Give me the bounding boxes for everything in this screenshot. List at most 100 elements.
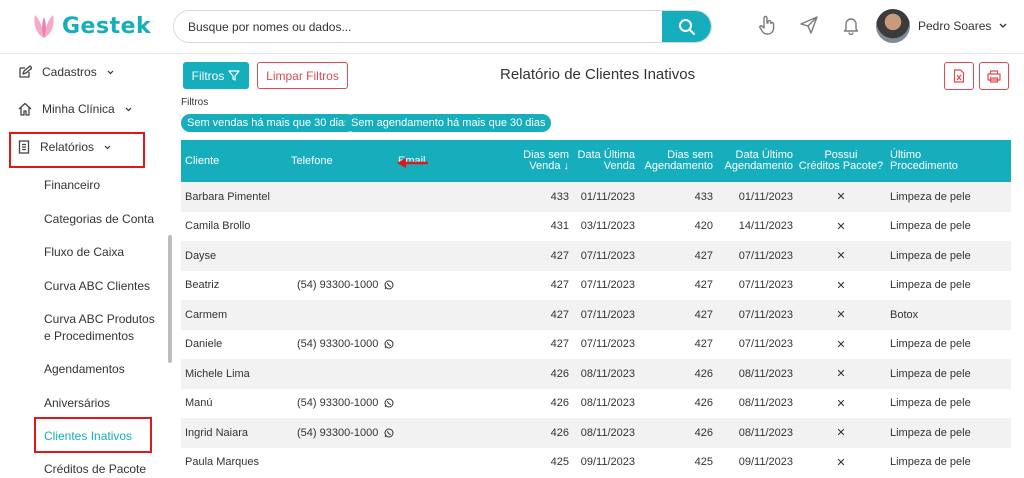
table-row[interactable]: Dayse 427 07/11/2023 427 07/11/2023 ✕ Limpeza … bbox=[181, 241, 1011, 271]
header-line: Agendamento bbox=[644, 160, 714, 172]
edit-icon bbox=[19, 65, 32, 78]
logo[interactable]: Gestek bbox=[32, 12, 151, 40]
sidebar-item-minha-clinica[interactable]: Minha Clínica bbox=[18, 102, 132, 116]
table-header: Cliente Telefone Email Dias sem Venda ↓ D… bbox=[181, 140, 1011, 182]
sidebar-subitem-curva-abc-clientes[interactable]: Curva ABC Clientes bbox=[44, 278, 159, 295]
table-row[interactable]: Beatriz (54) 93300-1000 427 07/11/2023 427 07… bbox=[181, 271, 1011, 301]
col-telefone[interactable]: Telefone bbox=[291, 140, 333, 182]
cell-data-ultima-venda: 03/11/2023 bbox=[580, 220, 635, 233]
top-bar: Gestek Pedro Soares bbox=[0, 0, 1024, 54]
col-dias-sem-venda[interactable]: Dias sem Venda ↓ bbox=[501, 140, 569, 182]
sidebar: Cadastros Minha Clínica Relatórios Finan… bbox=[0, 55, 168, 476]
export-excel-button[interactable] bbox=[944, 62, 974, 90]
cell-dias-sem-venda: 433 bbox=[550, 190, 569, 203]
send-icon[interactable] bbox=[798, 14, 820, 36]
whatsapp-icon[interactable] bbox=[384, 280, 394, 290]
cell-dias-sem-venda: 427 bbox=[550, 249, 569, 262]
table-row[interactable]: Daniele (54) 93300-1000 427 07/11/2023 427 07… bbox=[181, 330, 1011, 360]
search-bar bbox=[173, 10, 712, 43]
sidebar-item-cadastros[interactable]: Cadastros bbox=[18, 65, 114, 79]
print-button[interactable] bbox=[979, 62, 1009, 90]
sidebar-subitem-clientes-inativos[interactable]: Clientes Inativos bbox=[44, 428, 159, 445]
cell-data-ultimo-agendamento: 07/11/2023 bbox=[738, 308, 793, 321]
search-input[interactable] bbox=[174, 11, 654, 42]
search-button[interactable] bbox=[662, 11, 711, 42]
cell-ultimo-procedimento: Limpeza de pele bbox=[890, 426, 971, 439]
brand-name: Gestek bbox=[62, 13, 152, 39]
sidebar-subitem-agendamentos[interactable]: Agendamentos bbox=[44, 361, 159, 378]
filter-chip[interactable]: Sem agendamento há mais que 30 dias bbox=[345, 114, 552, 132]
col-possui-creditos[interactable]: Possui Créditos Pacote? bbox=[795, 140, 887, 182]
cell-data-ultima-venda: 07/11/2023 bbox=[580, 279, 635, 292]
table-row[interactable]: Paula Marques 425 09/11/2023 425 09/11/2023 ✕… bbox=[181, 448, 1011, 478]
cell-telefone: (54) 93300-1000 bbox=[297, 271, 394, 301]
filter-chip[interactable]: Sem vendas há mais que 30 dias bbox=[181, 114, 356, 132]
sidebar-subitem-financeiro[interactable]: Financeiro bbox=[44, 177, 159, 194]
whatsapp-icon[interactable] bbox=[384, 339, 394, 349]
cell-dias-sem-venda: 427 bbox=[550, 308, 569, 321]
top-icons bbox=[756, 14, 862, 36]
col-data-ultimo-agendamento[interactable]: Data Último Agendamento bbox=[717, 140, 794, 182]
user-menu[interactable]: Pedro Soares bbox=[876, 9, 1007, 43]
col-ultimo-procedimento[interactable]: Último Procedimento bbox=[890, 140, 958, 182]
cell-data-ultimo-agendamento: 09/11/2023 bbox=[738, 456, 793, 469]
cell-cliente: Camila Brollo bbox=[185, 220, 251, 233]
sidebar-subitem-creditos-pacote[interactable]: Créditos de Pacote bbox=[44, 461, 159, 478]
cell-ultimo-procedimento: Limpeza de pele bbox=[890, 220, 971, 233]
header-line: Venda bbox=[603, 160, 635, 172]
avatar bbox=[876, 9, 910, 43]
clear-filters-button[interactable]: Limpar Filtros bbox=[257, 62, 348, 89]
cell-dias-sem-agendamento: 427 bbox=[694, 338, 713, 351]
sidebar-subitem-categorias[interactable]: Categorias de Conta bbox=[44, 211, 159, 228]
header-line: Venda bbox=[529, 160, 561, 172]
chevron-down-icon bbox=[104, 145, 111, 149]
cell-possui-creditos: ✕ bbox=[836, 250, 846, 263]
lotus-logo-icon bbox=[32, 12, 56, 40]
cell-data-ultimo-agendamento: 08/11/2023 bbox=[738, 367, 793, 380]
main-content: Filtros Limpar Filtros Relatório de Clie… bbox=[172, 55, 1024, 469]
cell-possui-creditos: ✕ bbox=[836, 338, 846, 351]
cell-telefone: (54) 93300-1000 bbox=[297, 389, 394, 419]
cell-data-ultima-venda: 08/11/2023 bbox=[580, 367, 635, 380]
filters-button[interactable]: Filtros bbox=[183, 62, 249, 89]
sidebar-subitem-aniversarios[interactable]: Aniversários bbox=[44, 395, 159, 412]
cell-ultimo-procedimento: Limpeza de pele bbox=[890, 397, 971, 410]
cell-cliente: Beatriz bbox=[185, 279, 220, 292]
cell-dias-sem-agendamento: 426 bbox=[694, 426, 713, 439]
red-arrow-annotation bbox=[397, 158, 428, 168]
table-row[interactable]: Ingrid Naiara (54) 93300-1000 426 08/11/202… bbox=[181, 418, 1011, 448]
cell-dias-sem-agendamento: 427 bbox=[694, 279, 713, 292]
cell-data-ultima-venda: 07/11/2023 bbox=[580, 308, 635, 321]
cell-ultimo-procedimento: Limpeza de pele bbox=[890, 367, 971, 380]
cell-cliente: Carmem bbox=[185, 308, 228, 321]
sidebar-item-relatorios[interactable]: Relatórios bbox=[18, 140, 111, 154]
cell-dias-sem-venda: 427 bbox=[550, 338, 569, 351]
col-cliente[interactable]: Cliente bbox=[185, 140, 219, 182]
cell-dias-sem-venda: 426 bbox=[550, 367, 569, 380]
cell-dias-sem-venda: 426 bbox=[550, 426, 569, 439]
whatsapp-icon[interactable] bbox=[384, 428, 394, 438]
col-data-ultima-venda[interactable]: Data Última Venda bbox=[571, 140, 635, 182]
table-row[interactable]: Michele Lima 426 08/11/2023 426 08/11/2023 ✕ L… bbox=[181, 359, 1011, 389]
table-row[interactable]: Barbara Pimentel 433 01/11/2023 433 01/11/20… bbox=[181, 182, 1011, 212]
cell-dias-sem-venda: 427 bbox=[550, 279, 569, 292]
hand-pointer-icon[interactable] bbox=[756, 14, 778, 36]
col-dias-sem-agendamento[interactable]: Dias sem Agendamento bbox=[637, 140, 714, 182]
chevron-down-icon bbox=[999, 23, 1007, 28]
whatsapp-icon[interactable] bbox=[384, 398, 394, 408]
sidebar-subitem-curva-abc-produtos[interactable]: Curva ABC Produtos e Procedimentos bbox=[44, 311, 159, 345]
table-row[interactable]: Manú (54) 93300-1000 426 08/11/2023 426 08/11… bbox=[181, 389, 1011, 419]
cell-possui-creditos: ✕ bbox=[836, 397, 846, 410]
cell-ultimo-procedimento: Limpeza de pele bbox=[890, 338, 971, 351]
cell-cliente: Daniele bbox=[185, 338, 223, 351]
cell-ultimo-procedimento: Limpeza de pele bbox=[890, 190, 971, 203]
cell-dias-sem-agendamento: 426 bbox=[694, 367, 713, 380]
cell-possui-creditos: ✕ bbox=[836, 279, 846, 292]
sidebar-subitem-fluxo-caixa[interactable]: Fluxo de Caixa bbox=[44, 244, 159, 261]
cell-possui-creditos: ✕ bbox=[836, 427, 846, 440]
table-row[interactable]: Camila Brollo 431 03/11/2023 420 14/11/2023 ✕… bbox=[181, 212, 1011, 242]
bell-icon[interactable] bbox=[840, 14, 862, 36]
cell-data-ultimo-agendamento: 07/11/2023 bbox=[738, 249, 793, 262]
table-row[interactable]: Carmem 427 07/11/2023 427 07/11/2023 ✕ Botox bbox=[181, 300, 1011, 330]
cell-telefone: (54) 93300-1000 bbox=[297, 418, 394, 448]
